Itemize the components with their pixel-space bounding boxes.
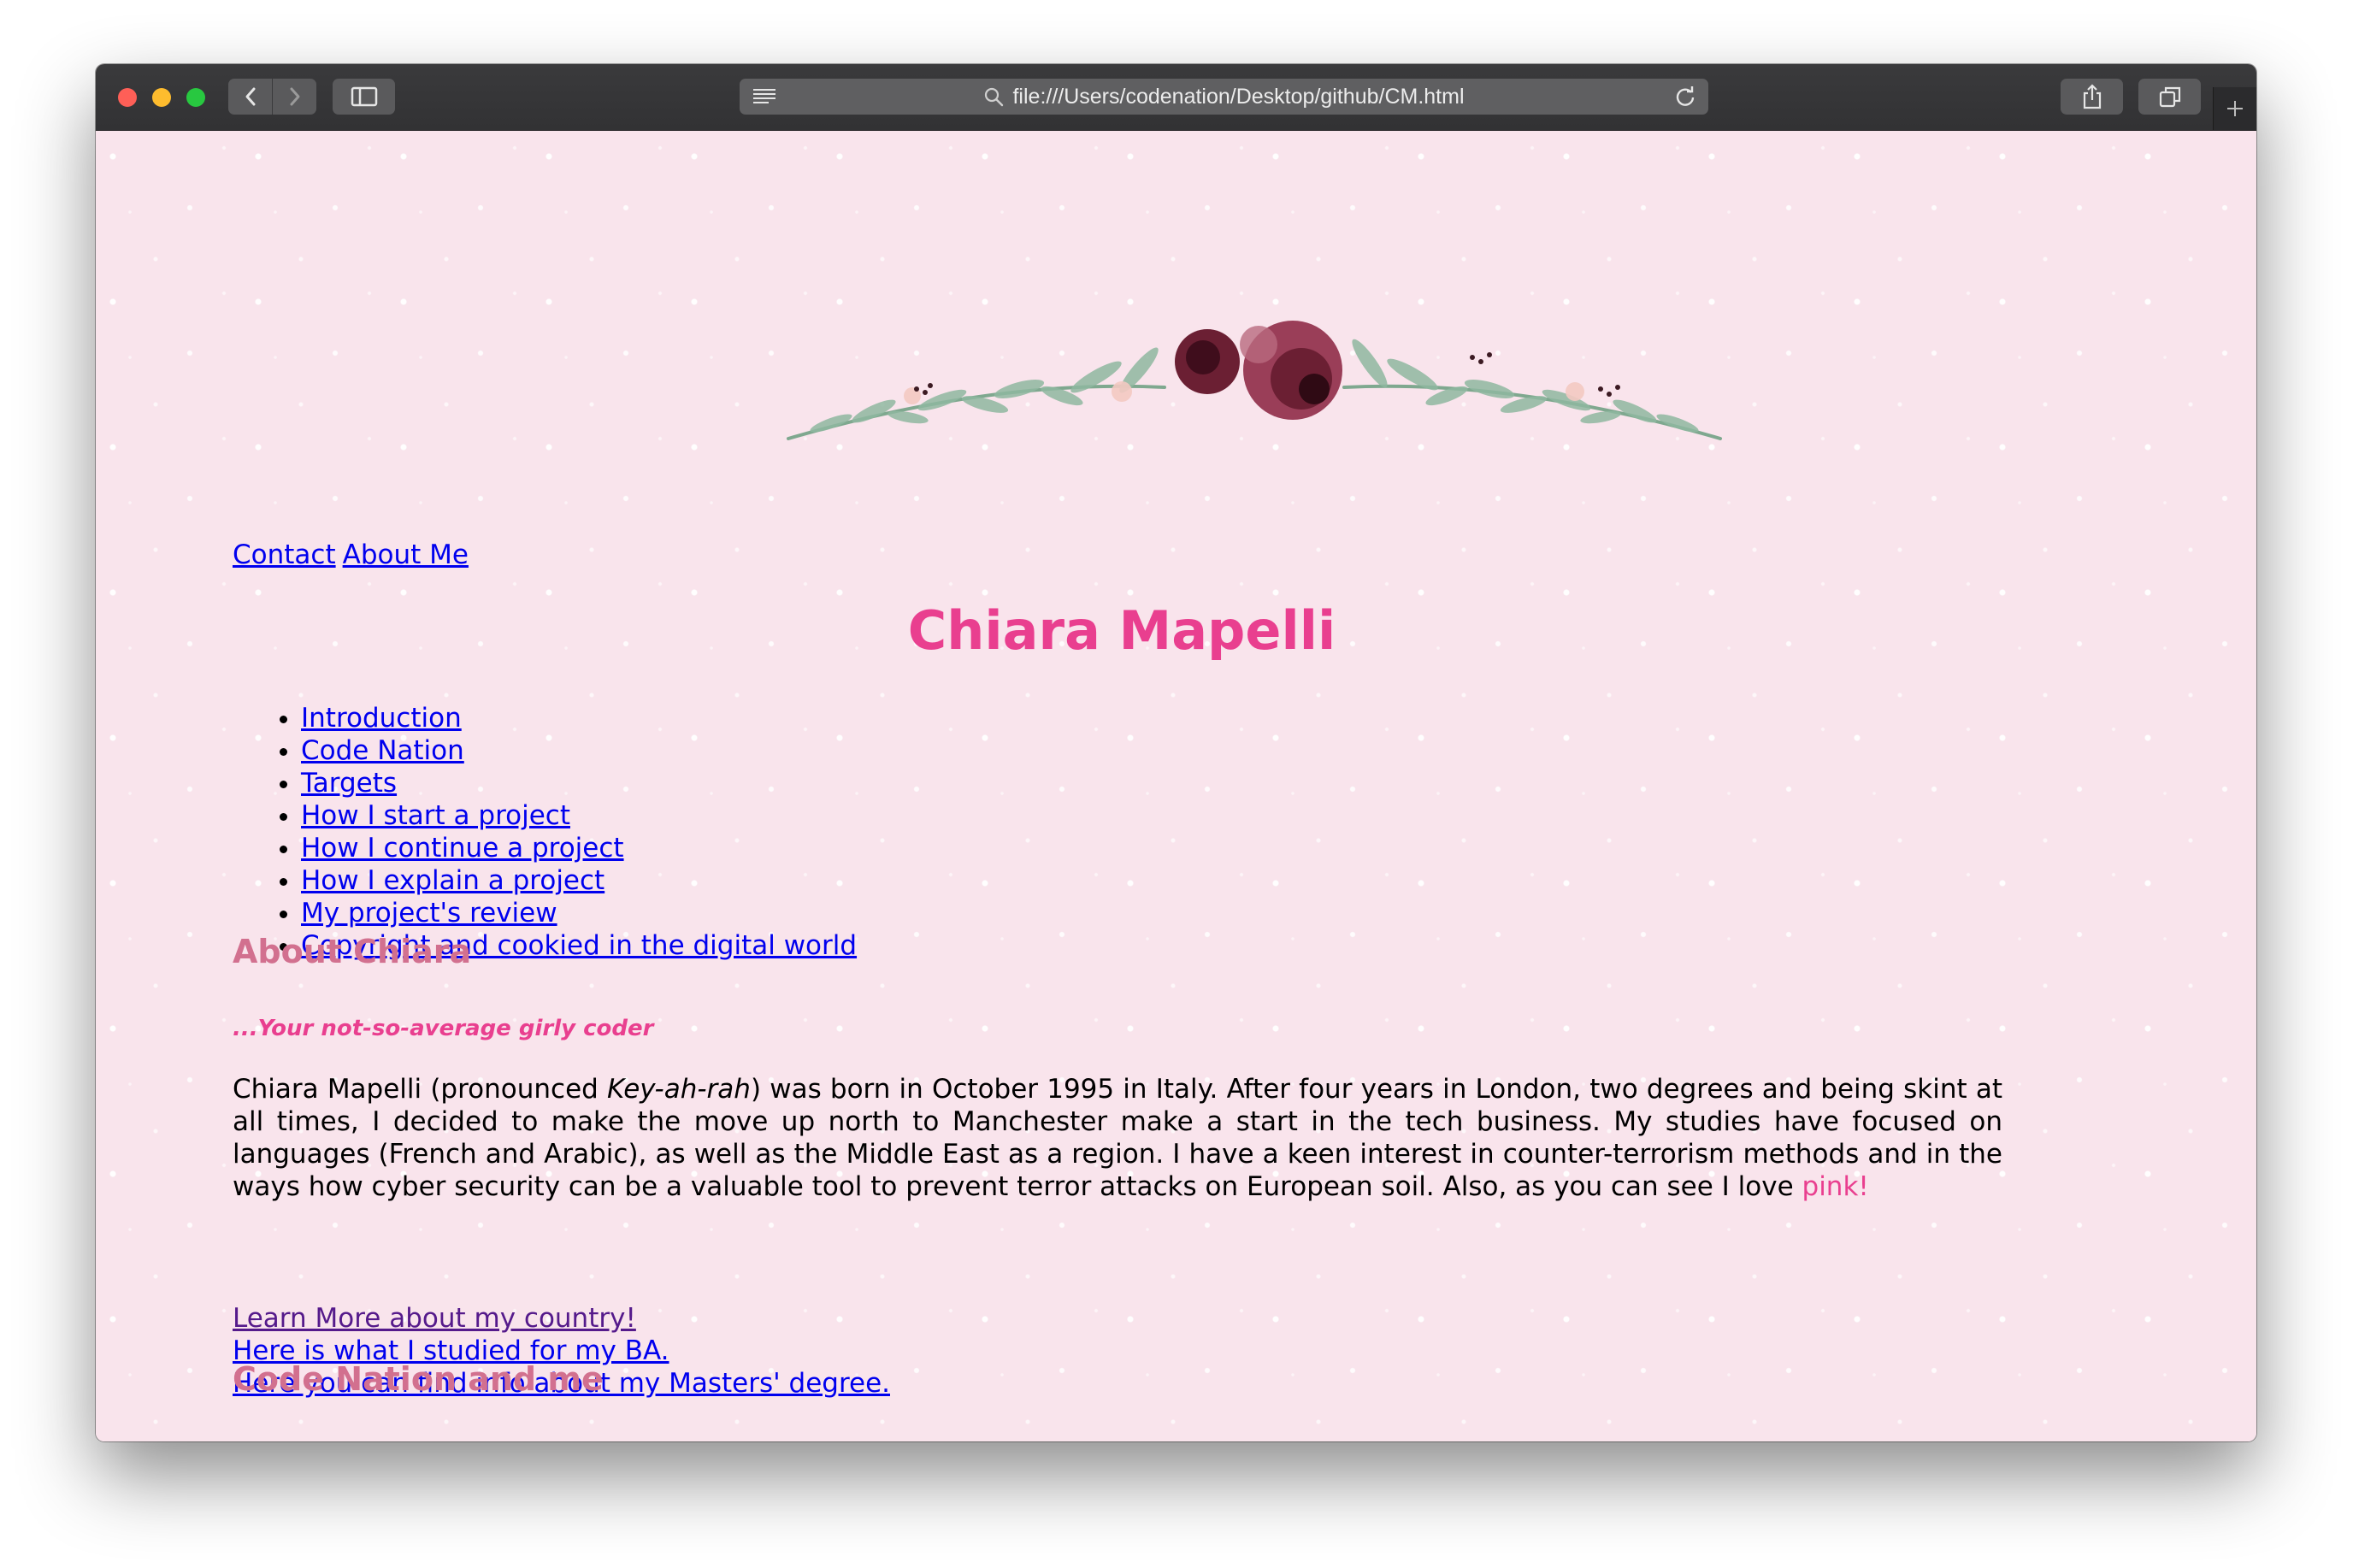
- forward-button[interactable]: [273, 79, 316, 115]
- toc-link-start-project[interactable]: How I start a project: [301, 800, 570, 831]
- tab-overview-button[interactable]: [2138, 79, 2201, 115]
- code-nation-heading: Code Nation and me: [233, 1360, 604, 1398]
- minimize-window-button[interactable]: [152, 88, 171, 107]
- reload-icon[interactable]: [1674, 85, 1696, 108]
- list-item: My project's review: [301, 897, 857, 929]
- zoom-window-button[interactable]: [186, 88, 205, 107]
- about-heading: About Chiara: [233, 933, 472, 970]
- toc-link-explain-project[interactable]: How I explain a project: [301, 865, 604, 896]
- browser-toolbar: file:///Users/codenation/Desktop/github/…: [96, 64, 2256, 131]
- table-of-contents: Introduction Code Nation Targets How I s…: [233, 702, 857, 962]
- history-navigation: [228, 79, 316, 115]
- bio-paragraph: Chiara Mapelli (pronounced Key-ah-rah) w…: [233, 1073, 2002, 1203]
- new-tab-button[interactable]: [2213, 87, 2256, 130]
- sidebar-icon: [351, 86, 377, 107]
- search-icon: [985, 87, 1004, 107]
- top-navigation: Contact About Me: [233, 539, 469, 570]
- reader-view-icon[interactable]: [752, 87, 777, 106]
- page-title: Chiara Mapelli: [907, 599, 1336, 662]
- list-item: Code Nation: [301, 734, 857, 767]
- floral-banner-image: [787, 321, 1722, 440]
- list-item: How I explain a project: [301, 864, 857, 897]
- list-item: Introduction: [301, 702, 857, 734]
- toc-link-continue-project[interactable]: How I continue a project: [301, 833, 624, 864]
- toc-link-introduction[interactable]: Introduction: [301, 703, 462, 734]
- web-page[interactable]: ContactAbout Me Chiara Mapelli Introduct…: [96, 131, 2256, 1441]
- plus-icon: [2227, 101, 2243, 116]
- bio-pink-text: pink!: [1802, 1171, 1869, 1202]
- chevron-left-icon: [245, 87, 255, 106]
- contact-link[interactable]: Contact: [233, 539, 336, 570]
- country-link[interactable]: Learn More about my country!: [233, 1303, 636, 1334]
- address-bar[interactable]: file:///Users/codenation/Desktop/github/…: [740, 79, 1708, 115]
- list-item: How I start a project: [301, 799, 857, 832]
- chevron-right-icon: [290, 87, 299, 106]
- list-item: Targets: [301, 767, 857, 799]
- sidebar-toggle-button[interactable]: [333, 79, 395, 115]
- share-icon: [2083, 84, 2101, 109]
- list-item: How I continue a project: [301, 832, 857, 864]
- bio-text-start: Chiara Mapelli (pronounced: [233, 1074, 607, 1105]
- url-text: file:///Users/codenation/Desktop/github/…: [1012, 84, 1465, 109]
- tagline: ...Your not-so-average girly coder: [233, 1016, 654, 1041]
- browser-window: file:///Users/codenation/Desktop/github/…: [96, 64, 2256, 1441]
- back-button[interactable]: [228, 79, 272, 115]
- about-me-link[interactable]: About Me: [343, 539, 469, 570]
- bio-pronunciation: Key-ah-rah: [607, 1074, 751, 1105]
- toc-link-targets[interactable]: Targets: [301, 768, 397, 799]
- close-window-button[interactable]: [118, 88, 137, 107]
- toc-link-project-review[interactable]: My project's review: [301, 898, 557, 928]
- toc-link-code-nation[interactable]: Code Nation: [301, 735, 464, 766]
- share-button[interactable]: [2061, 79, 2123, 115]
- tabs-icon: [2159, 86, 2180, 108]
